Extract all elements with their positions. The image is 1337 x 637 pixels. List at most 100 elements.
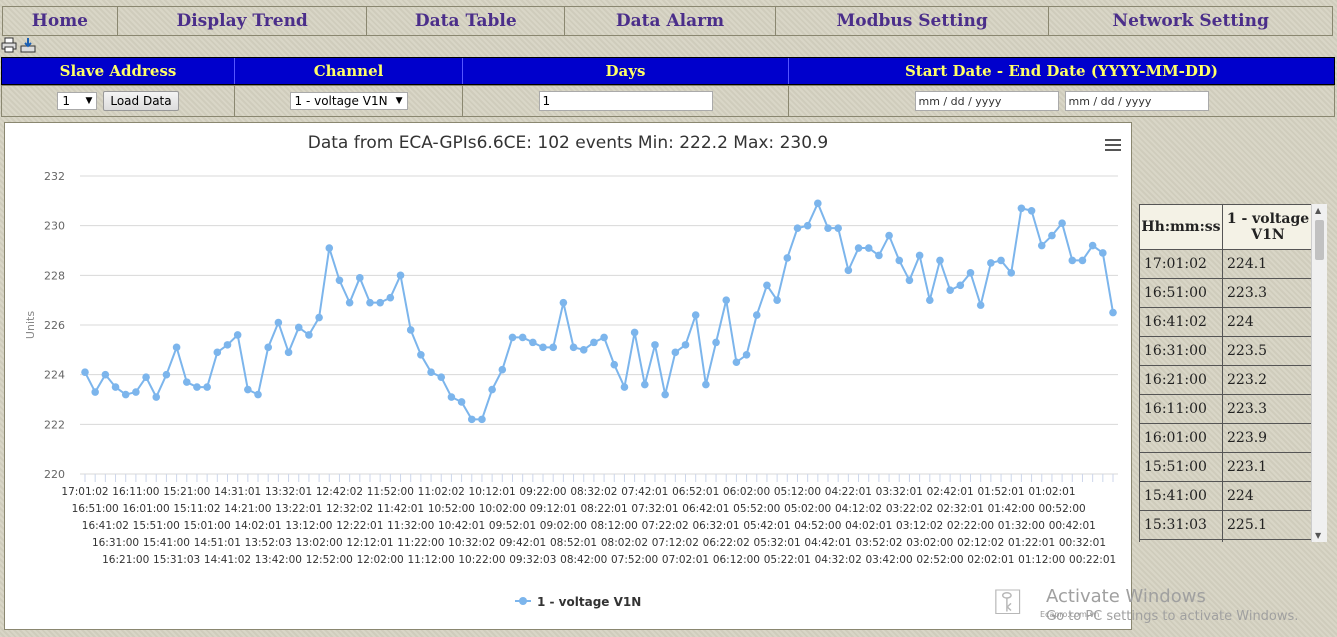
data-point	[1068, 256, 1077, 265]
x-tick-label: 11:12:00	[407, 554, 454, 566]
data-point	[518, 333, 527, 342]
x-tick-label: 12:42:02	[316, 486, 363, 498]
x-tick-label: 01:52:01	[977, 486, 1024, 498]
start-date-input[interactable]: mm / dd / yyyy	[914, 91, 1059, 111]
days-input[interactable]: 1	[538, 91, 713, 111]
x-tick-label: 08:52:01	[550, 537, 597, 549]
slave-address-value: 1	[62, 94, 70, 108]
data-point	[915, 251, 924, 260]
x-tick-label: 07:12:02	[652, 537, 699, 549]
y-axis-label: Units	[24, 311, 37, 339]
data-point	[946, 286, 954, 295]
download-icon[interactable]	[20, 37, 36, 53]
data-point	[81, 368, 89, 376]
channel-select[interactable]: 1 - voltage V1N ▼	[289, 92, 408, 110]
printer-icon[interactable]	[1, 37, 17, 53]
x-tick-label: 10:32:02	[448, 537, 495, 549]
data-point	[864, 244, 873, 252]
data-point	[824, 224, 832, 232]
x-tick-label: 05:12:00	[774, 486, 821, 498]
value-cell: 224.1	[1222, 249, 1314, 279]
nav-display-trend[interactable]: Display Trend	[118, 7, 368, 35]
data-point	[498, 365, 507, 374]
nav-data-alarm[interactable]: Data Alarm	[565, 7, 776, 35]
time-cell: 16:51:00	[1139, 278, 1223, 308]
nav-data-table[interactable]: Data Table	[367, 7, 566, 35]
data-point	[875, 251, 883, 260]
y-tick-label: 222	[44, 418, 65, 431]
x-tick-label: 12:02:00	[357, 554, 404, 566]
date-range-cell: mm / dd / yyyy mm / dd / yyyy	[789, 86, 1334, 116]
chevron-down-icon: ▼	[85, 96, 93, 106]
time-cell: 16:31:00	[1139, 336, 1223, 366]
end-date-input[interactable]: mm / dd / yyyy	[1064, 91, 1209, 111]
x-tick-label: 06:52:01	[672, 486, 719, 498]
table-scrollbar[interactable]: ▲ ▼	[1311, 204, 1327, 542]
data-point	[193, 383, 201, 391]
y-tick-label: 230	[44, 220, 65, 233]
x-tick-label: 10:52:00	[428, 503, 475, 515]
x-tick-label: 08:22:01	[581, 503, 628, 515]
nav-network-setting[interactable]: Network Setting	[1049, 7, 1332, 35]
time-cell: 16:41:02	[1139, 307, 1223, 337]
x-tick-label: 13:32:01	[265, 486, 312, 498]
data-point	[681, 341, 690, 349]
toolbar	[1, 37, 36, 55]
legend-label: 1 - voltage V1N	[537, 595, 641, 609]
y-tick-label: 228	[44, 269, 65, 282]
data-point	[803, 221, 812, 230]
data-point	[1099, 249, 1107, 257]
header-date-range: Start Date - End Date (YYYY-MM-DD)	[904, 62, 1219, 80]
value-cell: 223.2	[1222, 365, 1314, 395]
value-cell: 225.1	[1222, 510, 1314, 540]
nav-home[interactable]: Home	[3, 7, 118, 35]
data-point	[305, 331, 313, 339]
x-tick-label: 16:31:00	[92, 537, 139, 549]
load-data-button[interactable]: Load Data	[103, 91, 179, 111]
x-tick-label: 01:12:00	[1018, 554, 1065, 566]
x-tick-label: 04:02:01	[845, 520, 892, 532]
data-table: Hh:mm:ss 1 - voltage V1N 17:01:02 224.1 16…	[1139, 204, 1327, 542]
data-point	[610, 360, 619, 369]
x-tick-label: 09:52:01	[489, 520, 536, 532]
data-point	[1109, 308, 1117, 317]
data-point	[213, 348, 222, 357]
x-tick-label: 02:02:01	[967, 554, 1014, 566]
x-tick-label: 08:12:00	[591, 520, 638, 532]
x-tick-label: 12:22:01	[336, 520, 383, 532]
data-point	[396, 271, 405, 280]
watermark-title: Activate Windows	[1046, 586, 1206, 607]
x-tick-label: 03:02:00	[906, 537, 953, 549]
data-point	[712, 338, 720, 347]
series-line	[84, 200, 1114, 421]
data-point	[925, 296, 934, 304]
scroll-down-icon[interactable]: ▼	[1315, 531, 1321, 540]
scroll-up-icon[interactable]: ▲	[1315, 206, 1321, 215]
slave-address-select[interactable]: 1 ▼	[57, 92, 98, 110]
data-point	[905, 276, 914, 285]
data-point	[284, 348, 293, 357]
data-point	[702, 380, 710, 389]
chart-menu-icon[interactable]	[1105, 139, 1121, 151]
y-tick-label: 220	[44, 468, 65, 481]
data-point	[549, 343, 557, 352]
nav-modbus-setting[interactable]: Modbus Setting	[776, 7, 1050, 35]
x-tick-label: 04:42:01	[804, 537, 851, 549]
data-point	[641, 380, 649, 389]
x-tick-label: 07:02:01	[662, 554, 709, 566]
x-tick-label: 02:12:02	[957, 537, 1004, 549]
data-point	[223, 341, 232, 349]
x-tick-label: 16:01:00	[122, 503, 169, 515]
scroll-thumb[interactable]	[1315, 220, 1324, 260]
x-tick-label: 11:22:00	[397, 537, 444, 549]
data-point	[579, 346, 588, 354]
x-tick-label: 07:32:01	[631, 503, 678, 515]
watermark-key-icon: ⚿	[994, 582, 1022, 623]
main-nav: Home Display Trend Data Table Data Alarm…	[2, 6, 1333, 36]
y-tick-label: 226	[44, 319, 65, 332]
data-point	[142, 373, 150, 381]
data-point	[152, 393, 161, 401]
data-point	[834, 224, 842, 232]
x-tick-label: 00:52:00	[1039, 503, 1086, 515]
time-cell: 15:51:00	[1139, 452, 1223, 482]
